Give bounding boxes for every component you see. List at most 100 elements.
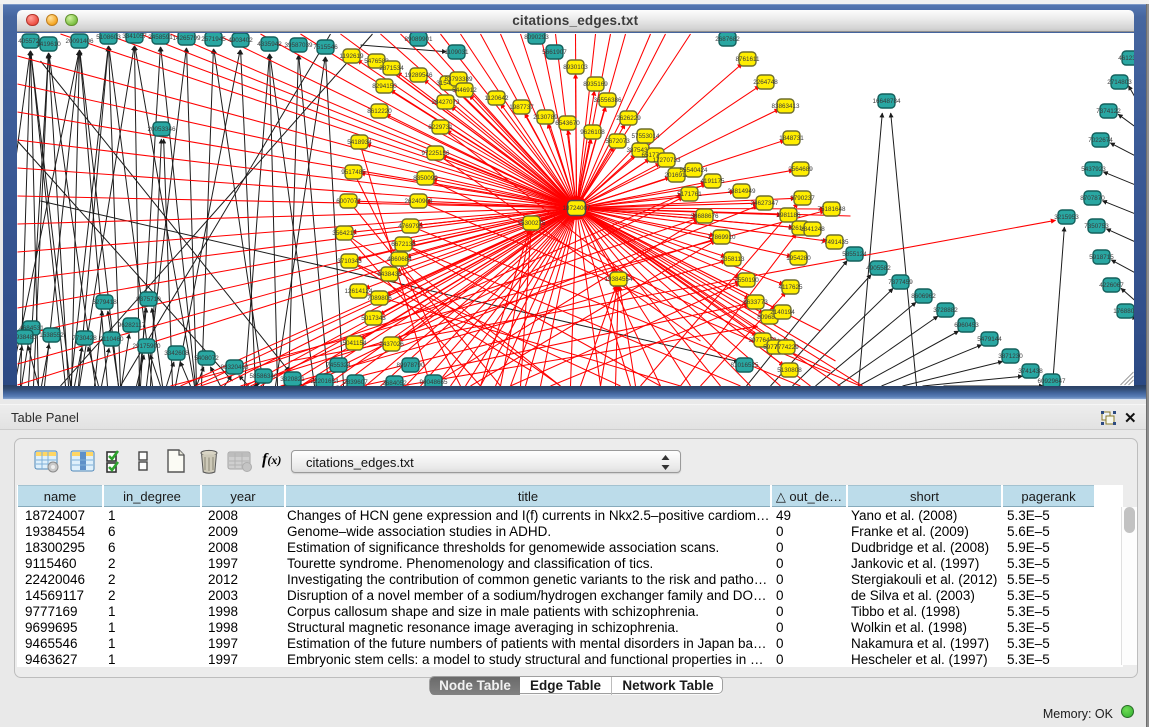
svg-text:5446912: 5446912 xyxy=(452,87,477,94)
svg-text:20091406: 20091406 xyxy=(65,38,94,45)
svg-text:5855124: 5855124 xyxy=(842,251,867,258)
svg-text:16648784: 16648784 xyxy=(872,98,901,105)
svg-text:3341057: 3341057 xyxy=(122,33,147,40)
svg-text:8707870: 8707870 xyxy=(1080,195,1105,202)
svg-text:2571945: 2571945 xyxy=(201,36,226,43)
svg-text:7022674: 7022674 xyxy=(1088,137,1113,144)
svg-text:81016525: 81016525 xyxy=(730,362,759,369)
svg-text:6543670: 6543670 xyxy=(555,120,580,127)
svg-text:4860684: 4860684 xyxy=(387,256,412,263)
svg-text:8930103: 8930103 xyxy=(563,64,588,71)
svg-text:7515546: 7515546 xyxy=(313,44,338,51)
svg-text:4226067: 4226067 xyxy=(1099,282,1124,289)
svg-text:38427073: 38427073 xyxy=(431,99,460,106)
svg-text:6672134: 6672134 xyxy=(391,241,416,248)
svg-text:75181648: 75181648 xyxy=(817,206,846,213)
svg-text:83863413: 83863413 xyxy=(771,103,800,110)
svg-text:5017343: 5017343 xyxy=(361,315,386,322)
svg-text:5479144: 5479144 xyxy=(977,336,1002,343)
svg-text:29175900: 29175900 xyxy=(132,343,161,350)
svg-text:3320821: 3320821 xyxy=(280,376,305,383)
svg-text:6229731: 6229731 xyxy=(428,124,453,131)
svg-text:1768805: 1768805 xyxy=(1113,308,1134,315)
svg-text:2264748: 2264748 xyxy=(753,79,778,86)
svg-text:5041154: 5041154 xyxy=(342,340,367,347)
svg-text:89978790: 89978790 xyxy=(396,362,425,369)
svg-text:5108603: 5108603 xyxy=(96,34,121,41)
svg-text:96282117: 96282117 xyxy=(117,322,145,329)
svg-text:57553014: 57553014 xyxy=(631,133,660,140)
svg-text:26240908: 26240908 xyxy=(404,198,433,205)
svg-text:2437026: 2437026 xyxy=(379,341,404,348)
svg-text:1109031: 1109031 xyxy=(444,49,469,56)
svg-text:5672073: 5672073 xyxy=(605,138,630,145)
svg-text:25300275: 25300275 xyxy=(517,220,546,227)
svg-text:9517485: 9517485 xyxy=(341,169,366,176)
svg-text:4769795: 4769795 xyxy=(398,223,423,230)
svg-text:5437923: 5437923 xyxy=(1081,166,1106,173)
svg-text:34627347: 34627347 xyxy=(750,200,779,207)
svg-text:3741438: 3741438 xyxy=(1018,368,1043,375)
svg-text:2626229: 2626229 xyxy=(616,115,641,122)
svg-text:8294150: 8294150 xyxy=(372,83,397,90)
svg-text:90048665: 90048665 xyxy=(419,379,448,386)
svg-text:60929647: 60929647 xyxy=(1037,378,1066,385)
svg-text:1419610: 1419610 xyxy=(36,41,61,48)
svg-text:39587039: 39587039 xyxy=(284,42,313,49)
svg-text:6279418: 6279418 xyxy=(92,299,117,306)
svg-text:18724007: 18724007 xyxy=(562,205,591,212)
svg-text:5130808: 5130808 xyxy=(777,367,802,374)
svg-text:8761611: 8761611 xyxy=(735,56,760,63)
svg-text:28814949: 28814949 xyxy=(727,188,756,195)
svg-text:7377459: 7377459 xyxy=(888,279,913,286)
svg-text:2871534: 2871534 xyxy=(379,65,404,72)
svg-text:1120642: 1120642 xyxy=(484,95,509,102)
svg-text:38688676: 38688676 xyxy=(690,213,719,220)
svg-text:1192619: 1192619 xyxy=(339,53,364,60)
svg-text:4335942: 4335942 xyxy=(257,41,282,48)
svg-text:3710343: 3710343 xyxy=(337,258,362,265)
svg-text:1841248: 1841248 xyxy=(800,226,825,233)
svg-text:88320463: 88320463 xyxy=(220,364,249,371)
svg-text:2110460: 2110460 xyxy=(99,336,124,343)
svg-text:7455324: 7455324 xyxy=(326,362,351,369)
svg-text:19289546: 19289546 xyxy=(404,72,433,79)
svg-text:2564689: 2564689 xyxy=(788,166,813,173)
svg-text:6960453: 6960453 xyxy=(954,322,979,329)
svg-text:2839607: 2839607 xyxy=(343,379,368,386)
svg-text:6438436: 6438436 xyxy=(377,271,402,278)
svg-text:7730428: 7730428 xyxy=(72,335,97,342)
svg-text:55540424: 55540424 xyxy=(679,167,708,174)
svg-text:17869910: 17869910 xyxy=(707,234,736,241)
svg-text:20053346: 20053346 xyxy=(147,126,176,133)
svg-text:5918715: 5918715 xyxy=(1089,254,1114,261)
svg-text:8350099: 8350099 xyxy=(413,175,438,182)
svg-text:7774229: 7774229 xyxy=(774,344,799,351)
svg-text:2687682: 2687682 xyxy=(715,36,740,43)
svg-text:9626108: 9626108 xyxy=(580,129,605,136)
svg-text:5408072: 5408072 xyxy=(194,355,219,362)
svg-text:3728882: 3728882 xyxy=(933,307,958,314)
svg-text:1538552: 1538552 xyxy=(39,332,64,339)
svg-text:22201654: 22201654 xyxy=(310,378,339,385)
svg-text:7374122: 7374122 xyxy=(1096,108,1121,115)
svg-text:35556386: 35556386 xyxy=(593,97,622,104)
svg-text:4903402: 4903402 xyxy=(228,37,253,44)
svg-text:77491435: 77491435 xyxy=(820,239,849,246)
svg-text:1987737: 1987737 xyxy=(509,104,534,111)
svg-text:1981186: 1981186 xyxy=(776,212,801,219)
svg-text:3684052: 3684052 xyxy=(382,380,407,386)
svg-text:19384554: 19384554 xyxy=(604,276,633,283)
svg-text:5171761: 5171761 xyxy=(677,191,702,198)
svg-text:3790237: 3790237 xyxy=(790,195,815,202)
svg-text:7358113: 7358113 xyxy=(720,256,745,263)
svg-text:4117625: 4117625 xyxy=(778,284,803,291)
svg-text:4612365: 4612365 xyxy=(1118,55,1134,62)
svg-text:9375710: 9375710 xyxy=(136,296,161,303)
svg-text:8633773: 8633773 xyxy=(743,299,768,306)
svg-text:7550190: 7550190 xyxy=(734,277,759,284)
svg-text:5418934: 5418934 xyxy=(347,139,372,146)
svg-text:3871230: 3871230 xyxy=(998,353,1023,360)
svg-text:3342608: 3342608 xyxy=(164,350,189,357)
svg-text:7089806: 7089806 xyxy=(367,295,392,302)
